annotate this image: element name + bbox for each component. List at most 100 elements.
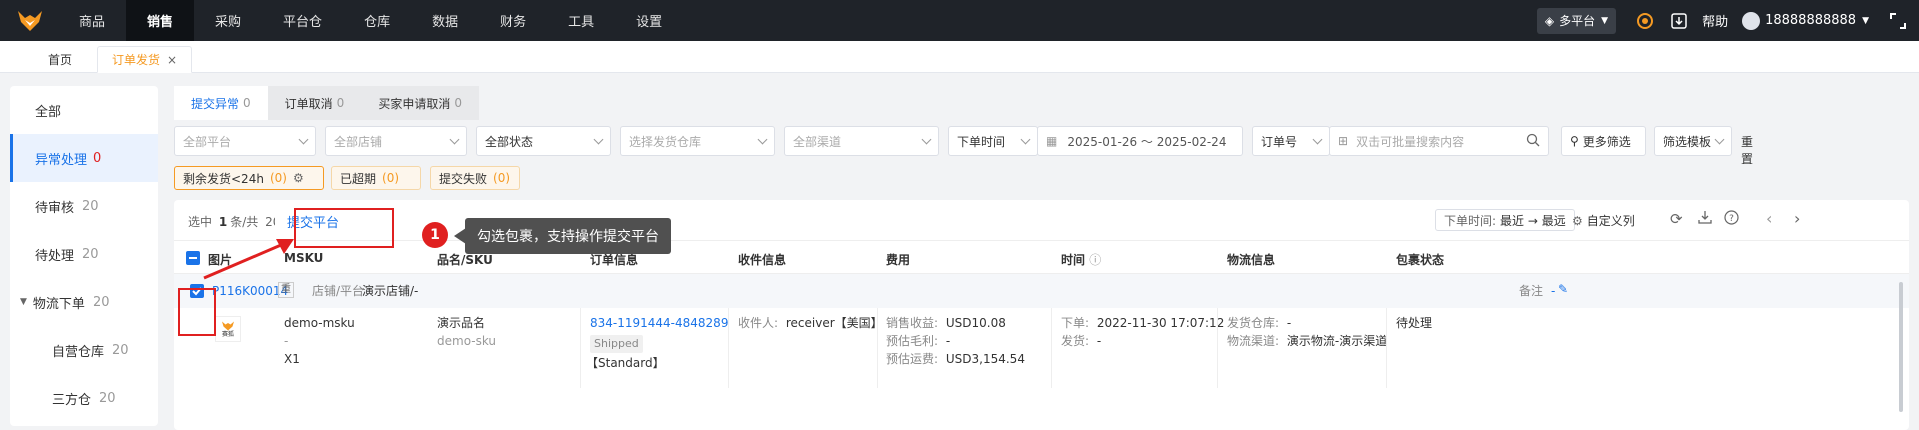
- fee-value: -: [945, 334, 951, 348]
- summary-sep: 条/共: [230, 215, 259, 229]
- tag-label: 已超期: [340, 171, 377, 186]
- order-status: Shipped: [590, 334, 643, 353]
- platform-switcher[interactable]: ◈ 多平台 ▼: [1536, 7, 1617, 34]
- sidebar-item-count: 20: [99, 390, 116, 406]
- tab-buyer-cancel[interactable]: 买家申请取消 0: [361, 86, 479, 120]
- edit-remark-icon[interactable]: ✎: [1558, 280, 1568, 298]
- tag-submit-failed[interactable]: 提交失败 (0): [430, 166, 520, 190]
- order-no-select[interactable]: 订单号: [1252, 126, 1330, 156]
- chevron-down-icon: [593, 134, 604, 145]
- sidebar-item-label: 三方仓: [52, 392, 92, 408]
- sidebar-item-label: 待处理: [35, 248, 75, 264]
- fee-label: 预估毛利:: [886, 334, 939, 348]
- nav-item-finance[interactable]: 财务: [479, 0, 547, 41]
- more-filters-button[interactable]: ⚲ 更多筛选: [1561, 126, 1646, 156]
- shop-select[interactable]: 全部店铺: [325, 126, 467, 156]
- remark-value: -: [1551, 284, 1556, 298]
- nav-item-tools[interactable]: 工具: [547, 0, 615, 41]
- platform-label: 多平台: [1559, 14, 1596, 28]
- time-value: -: [1096, 334, 1102, 348]
- date-range-picker[interactable]: ▦ 2025-01-26 ～ 2025-02-24: [1037, 126, 1243, 156]
- tab-label: 提交异常: [191, 96, 240, 111]
- select-value: 全部店铺: [334, 134, 383, 149]
- summary-prefix: 选中: [188, 215, 213, 229]
- select-value: 筛选模板: [1663, 134, 1712, 149]
- nav-item-data[interactable]: 数据: [411, 0, 479, 41]
- sub-tabs: 提交异常 0 订单取消 0 买家申请取消 0: [174, 86, 479, 120]
- gear-icon[interactable]: ⚙: [293, 171, 304, 185]
- product-name: 演示品名: [437, 316, 486, 330]
- page-tab-bar: 首页 订单发货 ×: [0, 41, 1919, 73]
- ship-warehouse: 发货仓库: -: [1227, 314, 1291, 332]
- sidebar-item-review[interactable]: 待审核 20: [10, 182, 158, 230]
- warehouse-select[interactable]: 选择发货仓库: [620, 126, 775, 156]
- sidebar-item-own-warehouse[interactable]: 自营仓库 20: [10, 326, 158, 374]
- shipping-type: 【Standard】: [586, 356, 665, 370]
- calendar-icon: ▦: [1046, 134, 1058, 148]
- chevron-down-icon: [757, 134, 768, 145]
- fullscreen-icon[interactable]: [1887, 10, 1909, 32]
- button-label: 自定义列: [1586, 214, 1635, 228]
- vertical-scrollbar[interactable]: [1899, 282, 1903, 412]
- tab-count: 0: [454, 96, 462, 110]
- divider: [877, 308, 878, 388]
- select-value: 全部渠道: [793, 134, 842, 149]
- user-menu[interactable]: 18888888888 ▼: [1742, 11, 1869, 30]
- next-page-icon[interactable]: ›: [1794, 209, 1800, 228]
- sidebar-item-label: 全部: [35, 104, 62, 120]
- nav-item-products[interactable]: 商品: [60, 0, 126, 41]
- prev-page-icon[interactable]: ‹: [1766, 209, 1772, 228]
- time-type-select[interactable]: 下单时间: [948, 126, 1038, 156]
- nav-item-sales[interactable]: 销售: [126, 0, 195, 41]
- search-placeholder: 双击可批量搜索内容: [1356, 134, 1465, 149]
- nav-item-settings[interactable]: 设置: [615, 0, 683, 41]
- logistics-label: 发货仓库:: [1227, 316, 1280, 330]
- select-value: 下单时间: [957, 134, 1006, 149]
- order-number-link[interactable]: 834-1191444-4848289: [590, 314, 728, 332]
- sidebar-item-exception[interactable]: 异常处理 0: [10, 134, 158, 182]
- channel-select[interactable]: 全部渠道: [784, 126, 939, 156]
- export-icon[interactable]: [1698, 210, 1712, 227]
- tab-submit-exception[interactable]: 提交异常 0: [174, 86, 268, 120]
- search-input[interactable]: ⊞ 双击可批量搜索内容: [1329, 126, 1549, 156]
- refresh-icon[interactable]: ⟳: [1670, 210, 1683, 228]
- divider: [1051, 308, 1052, 388]
- sidebar-item-logistics[interactable]: ▼ 物流下单 20: [10, 278, 158, 326]
- sort-label: 下单时间:: [1444, 213, 1497, 228]
- status-select[interactable]: 全部状态: [476, 126, 611, 156]
- shop-platform-value: 演示店铺/-: [362, 284, 419, 298]
- tag-count: (0): [493, 171, 511, 185]
- chevron-down-icon: [449, 134, 460, 145]
- package-status: 待处理: [1396, 316, 1433, 330]
- nav-item-purchase[interactable]: 采购: [194, 0, 262, 41]
- table-row: 赛狐 demo-msku - X1 演示品名 demo-sku 834-1191…: [174, 308, 1909, 388]
- help-link[interactable]: 帮助: [1702, 11, 1728, 30]
- fox-logo-icon[interactable]: [0, 0, 60, 41]
- order-time: 下单: 2022-11-30 17:07:12: [1061, 314, 1224, 332]
- download-icon[interactable]: [1668, 10, 1690, 32]
- sidebar-item-all[interactable]: 全部: [10, 86, 158, 134]
- reset-button[interactable]: 重置: [1741, 133, 1753, 167]
- search-icon[interactable]: [1526, 133, 1540, 150]
- sidebar-item-pending[interactable]: 待处理 20: [10, 230, 158, 278]
- sort-control[interactable]: 下单时间: 最近 → 最远: [1435, 209, 1575, 231]
- sidebar-item-count: 20: [82, 198, 99, 214]
- notification-icon[interactable]: [1634, 10, 1656, 32]
- platform-select[interactable]: 全部平台: [174, 126, 316, 156]
- recipient: 收件人: receiver【美国】: [738, 314, 883, 332]
- nav-item-platform-warehouse[interactable]: 平台仓: [262, 0, 343, 41]
- tag-remaining-24h[interactable]: 剩余发货<24h (0) ⚙: [174, 166, 324, 190]
- custom-columns-button[interactable]: ⚙ 自定义列: [1572, 212, 1635, 229]
- tab-order-shipping[interactable]: 订单发货 ×: [97, 46, 193, 73]
- help-icon[interactable]: ?: [1724, 210, 1739, 228]
- close-icon[interactable]: ×: [167, 53, 177, 67]
- tag-label: 剩余发货<24h: [183, 171, 264, 186]
- filter-template-select[interactable]: 筛选模板: [1654, 126, 1732, 156]
- nav-item-warehouse[interactable]: 仓库: [343, 0, 411, 41]
- tab-count: 0: [336, 96, 345, 110]
- sidebar-item-third-party[interactable]: 三方仓 20: [10, 374, 158, 422]
- tag-overdue[interactable]: 已超期 (0): [331, 166, 421, 190]
- help-icon[interactable]: ⓘ: [1089, 253, 1101, 267]
- tab-home[interactable]: 首页: [34, 46, 86, 73]
- tab-order-cancel[interactable]: 订单取消 0: [267, 86, 362, 120]
